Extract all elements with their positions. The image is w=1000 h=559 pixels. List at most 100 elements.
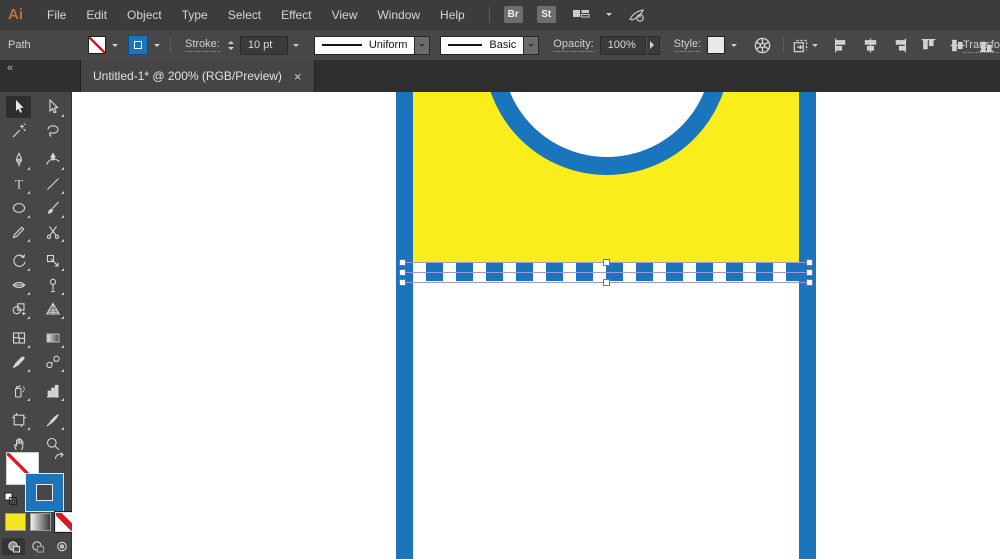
transform-link[interactable]: Transform (963, 39, 1000, 53)
opacity-label[interactable]: Opacity: (553, 38, 593, 52)
artboard-canvas[interactable] (72, 92, 1000, 559)
bridge-button[interactable]: Br (504, 6, 523, 23)
brush-line-icon (448, 44, 482, 46)
separator (489, 7, 490, 23)
selection-handle-top-left[interactable] (399, 259, 406, 266)
stroke-color-indicator[interactable] (26, 474, 63, 511)
brush-chevron-icon[interactable] (524, 36, 539, 55)
fill-chevron-icon[interactable] (112, 44, 118, 50)
column-graph-tool[interactable] (40, 380, 65, 402)
stroke-weight-chevron-icon[interactable] (288, 36, 304, 55)
pen-tool[interactable] (6, 149, 31, 171)
gradient-tool[interactable] (40, 327, 65, 349)
selection-handle-bottom-center[interactable] (603, 279, 610, 286)
menu-window[interactable]: Window (367, 8, 430, 22)
shape-builder-tool[interactable] (6, 298, 31, 320)
opacity-arrow-icon[interactable] (646, 36, 660, 55)
document-tab-title: Untitled-1* @ 200% (RGB/Preview) (93, 69, 282, 83)
artwork-left-stripe[interactable] (396, 92, 413, 559)
magic-wand-tool[interactable] (6, 120, 31, 142)
style-chevron-icon[interactable] (731, 44, 737, 50)
transform-link-wrap: Transform (963, 30, 1000, 61)
tools-panel: T (0, 92, 72, 559)
eyedropper-tool[interactable] (6, 351, 31, 373)
width-profile-value: Uniform (369, 39, 408, 51)
menu-type[interactable]: Type (172, 8, 218, 22)
lasso-tool[interactable] (40, 120, 65, 142)
color-fill-button[interactable] (5, 513, 26, 531)
chevron-down-icon[interactable] (606, 13, 612, 19)
align-horizontal-right-button[interactable] (888, 34, 910, 56)
isolate-selection-icon[interactable] (790, 34, 812, 56)
stroke-weight-field[interactable]: 10 pt (240, 36, 288, 55)
symbol-sprayer-tool[interactable] (6, 380, 31, 402)
draw-inside-button[interactable] (50, 538, 73, 555)
artwork-right-stripe[interactable] (799, 92, 816, 559)
opacity-field[interactable]: 100% (600, 36, 646, 55)
perspective-grid-tool[interactable] (40, 298, 65, 320)
swap-fill-stroke-icon[interactable] (53, 450, 66, 468)
isolate-chevron-icon[interactable] (812, 44, 818, 50)
stroke-label[interactable]: Stroke: (185, 38, 220, 52)
selection-handle-bottom-left[interactable] (399, 279, 406, 286)
artboard-tool[interactable] (6, 409, 31, 431)
stock-button[interactable]: St (537, 6, 556, 23)
stroke-color-swatch[interactable] (128, 35, 148, 55)
width-profile-select[interactable]: Uniform (314, 36, 416, 55)
default-fill-stroke-icon[interactable] (4, 492, 18, 511)
direct-selection-tool[interactable] (40, 96, 65, 118)
align-horizontal-center-button[interactable] (859, 34, 881, 56)
selection-handle-bottom-right[interactable] (806, 279, 813, 286)
selection-handle-middle-right[interactable] (806, 269, 813, 276)
width-profile-chevron-icon[interactable] (415, 36, 430, 55)
selection-handle-top-right[interactable] (806, 259, 813, 266)
puppet-warp-tool[interactable] (40, 274, 65, 296)
blend-tool[interactable] (40, 351, 65, 373)
menu-object[interactable]: Object (117, 8, 172, 22)
line-segment-tool[interactable] (40, 173, 65, 195)
selection-path-line (402, 272, 810, 273)
gpu-performance-icon[interactable] (626, 4, 648, 26)
selection-handle-top-center[interactable] (603, 259, 610, 266)
menu-edit[interactable]: Edit (76, 8, 117, 22)
align-vertical-top-button[interactable] (917, 34, 939, 56)
stroke-weight-value: 10 pt (248, 39, 272, 51)
slice-tool[interactable] (40, 409, 65, 431)
mesh-tool[interactable] (6, 327, 31, 349)
brush-select[interactable]: Basic (440, 36, 524, 55)
tab-close-icon[interactable]: × (294, 70, 302, 83)
scissors-tool[interactable] (40, 221, 65, 243)
selection-tool[interactable] (6, 96, 31, 118)
graphic-style-swatch[interactable] (707, 36, 725, 54)
menu-bar-right: Br St (489, 4, 648, 26)
draw-normal-button[interactable] (2, 538, 25, 555)
tab-bar: « Untitled-1* @ 200% (RGB/Preview) × (0, 60, 1000, 92)
collapse-tools-icon[interactable]: « (7, 62, 14, 74)
ellipse-tool[interactable] (6, 197, 31, 219)
profile-line-icon (322, 44, 362, 46)
document-tab[interactable]: Untitled-1* @ 200% (RGB/Preview) × (80, 60, 315, 92)
selection-handle-middle-left[interactable] (399, 269, 406, 276)
draw-behind-button[interactable] (26, 538, 49, 555)
fill-none-swatch[interactable] (88, 36, 106, 54)
menu-select[interactable]: Select (218, 8, 271, 22)
width-tool[interactable] (6, 274, 31, 296)
menu-help[interactable]: Help (430, 8, 475, 22)
menu-file[interactable]: File (37, 8, 76, 22)
align-horizontal-left-button[interactable] (830, 34, 852, 56)
pencil-tool[interactable] (6, 221, 31, 243)
recolor-artwork-icon[interactable] (751, 34, 773, 56)
stroke-chevron-icon[interactable] (154, 44, 160, 50)
menu-view[interactable]: View (322, 8, 368, 22)
opacity-value: 100% (608, 39, 636, 51)
type-tool[interactable]: T (6, 173, 31, 195)
curvature-tool[interactable] (40, 149, 65, 171)
scale-tool[interactable] (40, 250, 65, 272)
menu-effect[interactable]: Effect (271, 8, 321, 22)
paintbrush-tool[interactable] (40, 197, 65, 219)
rotate-tool[interactable] (6, 250, 31, 272)
gradient-fill-button[interactable] (30, 513, 51, 531)
workspace-switcher-icon[interactable] (570, 4, 592, 26)
stroke-weight-stepper[interactable] (228, 38, 234, 53)
style-label[interactable]: Style: (674, 38, 702, 52)
